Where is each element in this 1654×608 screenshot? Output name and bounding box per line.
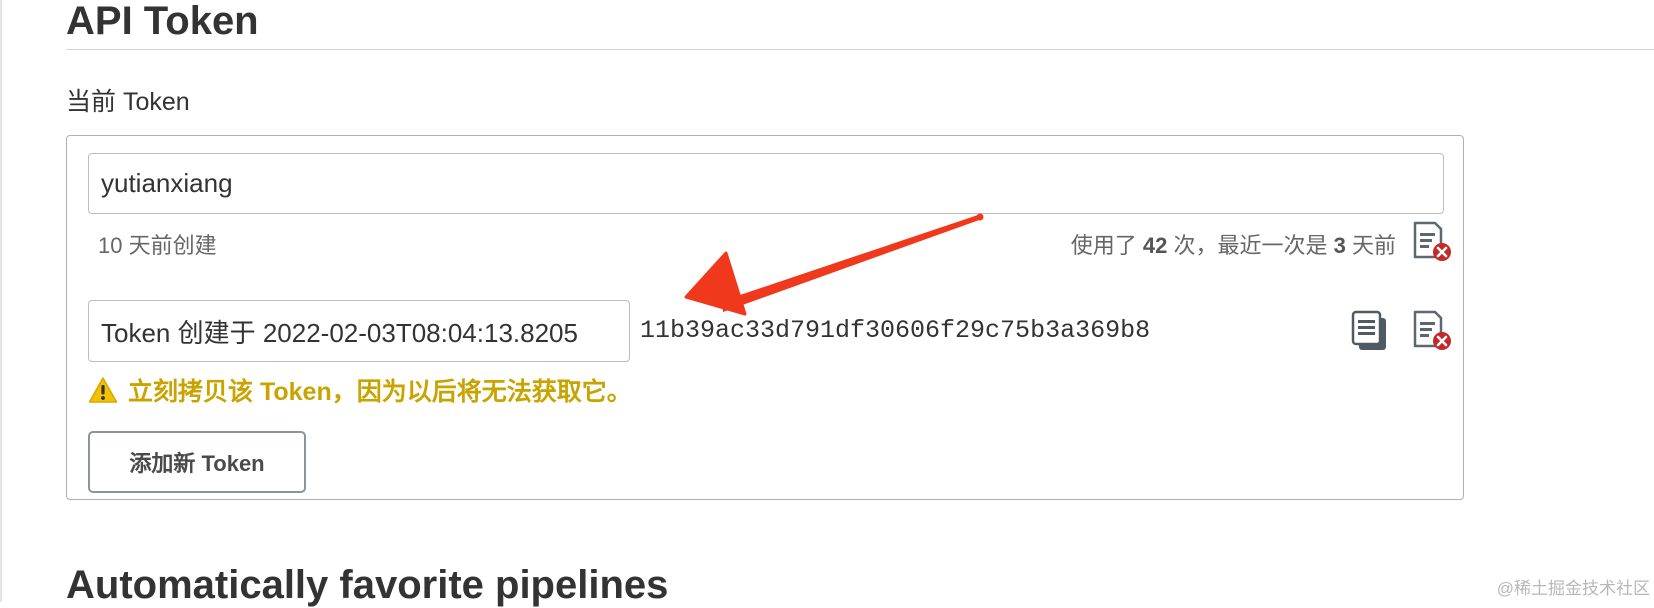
usage-middle: 次，最近一次是 — [1167, 233, 1334, 258]
warning-text: 立刻拷贝该 Token，因为以后将无法获取它。 — [128, 378, 632, 406]
watermark: @稀土掘金技术社区 — [1496, 579, 1650, 598]
copy-warning: 立刻拷贝该 Token，因为以后将无法获取它。 — [88, 372, 632, 408]
new-token-value[interactable]: 11b39ac33d791df30606f29c75b3a369b8 — [640, 316, 1150, 345]
warning-triangle-icon — [88, 377, 118, 403]
section-divider — [66, 49, 1654, 50]
revoke-token-icon[interactable] — [1412, 221, 1452, 263]
copy-clipboard-icon[interactable] — [1350, 310, 1390, 352]
token-created-ago: 10 天前创建 — [98, 233, 217, 258]
current-token-label: 当前 Token — [66, 88, 190, 116]
section-title: API Token — [66, 0, 259, 43]
token-usage-info: 使用了 42 次，最近一次是 3 天前 — [1071, 228, 1396, 260]
add-new-token-button[interactable]: 添加新 Token — [88, 431, 306, 493]
new-token-name-field[interactable] — [88, 300, 630, 362]
usage-count: 42 — [1142, 233, 1168, 258]
token-name-field[interactable] — [88, 153, 1444, 214]
next-section-title: Automatically favorite pipelines — [66, 563, 669, 607]
usage-prefix: 使用了 — [1070, 233, 1143, 258]
usage-suffix: 天前 — [1345, 233, 1396, 258]
last-used-days: 3 — [1333, 233, 1346, 258]
revoke-new-token-icon[interactable] — [1412, 310, 1452, 352]
left-border — [0, 0, 2, 602]
